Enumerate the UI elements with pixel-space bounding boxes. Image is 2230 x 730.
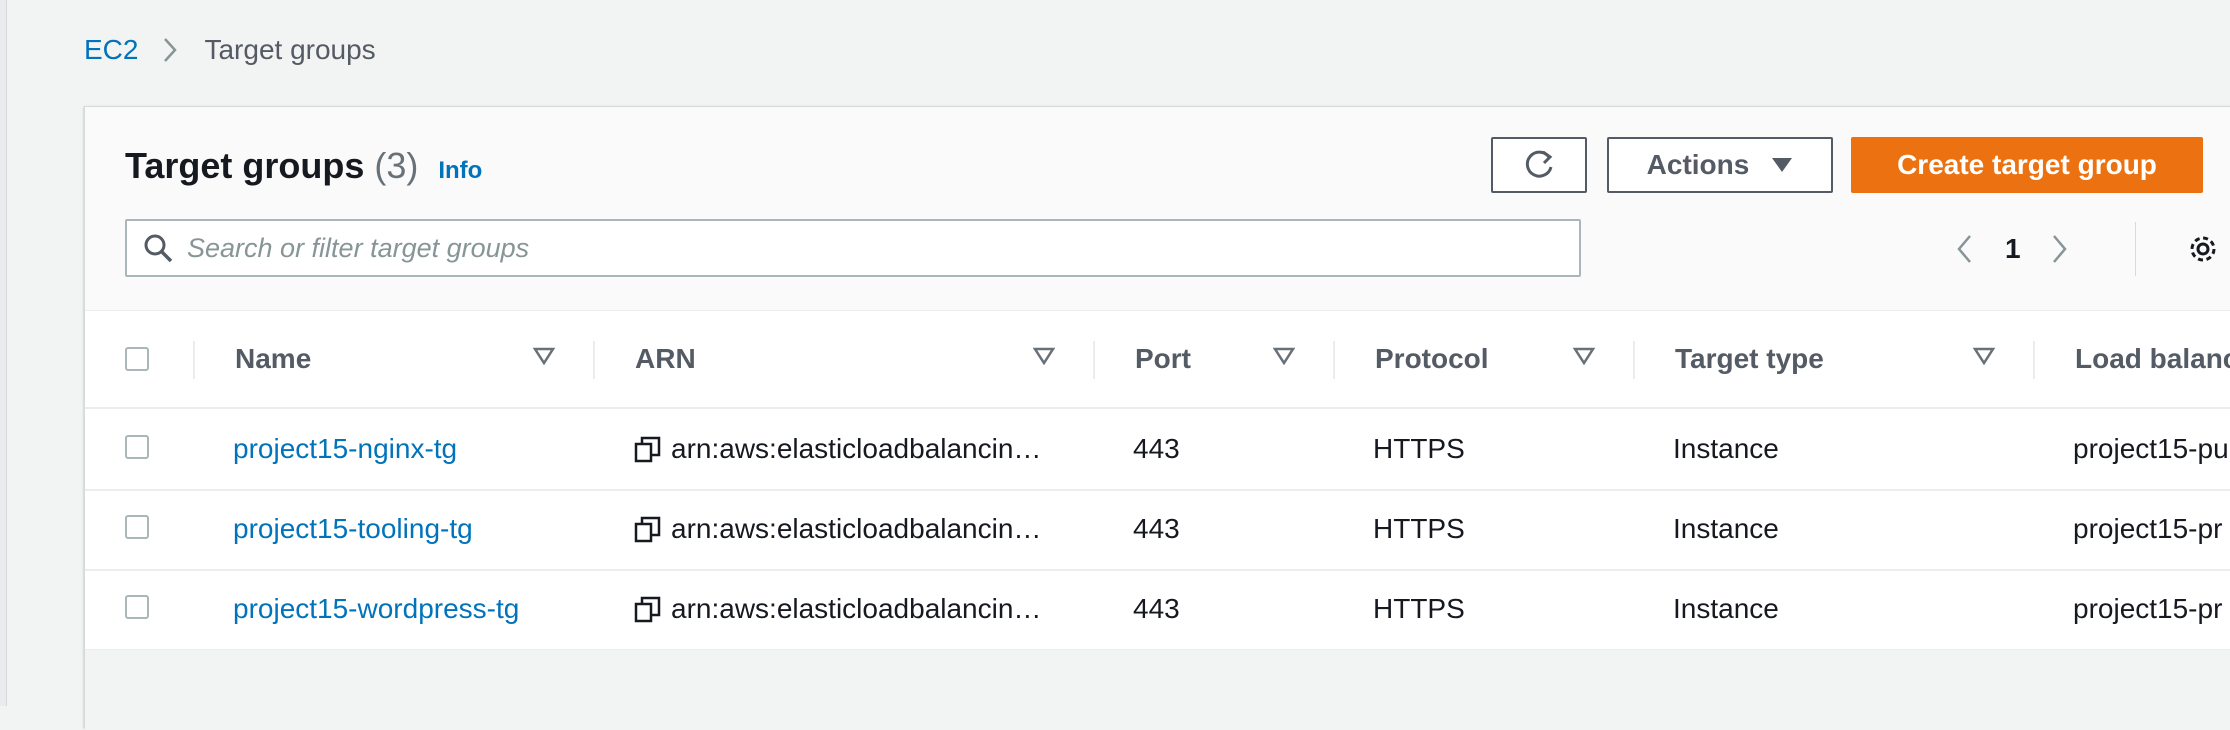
copy-icon[interactable] — [633, 594, 663, 624]
column-divider — [193, 341, 195, 379]
breadcrumb-current: Target groups — [204, 34, 376, 65]
row-checkbox[interactable] — [125, 435, 149, 459]
refresh-button[interactable] — [1491, 137, 1587, 193]
column-divider — [1633, 341, 1635, 379]
protocol-cell: HTTPS — [1373, 513, 1465, 544]
target-group-name-link[interactable]: project15-nginx-tg — [233, 409, 457, 489]
target-group-name-link[interactable]: project15-tooling-tg — [233, 489, 473, 569]
arn-text: arn:aws:elasticloadbalancin… — [671, 593, 1042, 624]
refresh-icon — [1522, 148, 1556, 182]
actions-dropdown[interactable]: Actions — [1607, 137, 1833, 193]
port-cell: 443 — [1133, 593, 1180, 624]
sort-triangle-icon[interactable] — [1573, 347, 1595, 365]
target-groups-panel: Target groups (3) Info Actions Create ta… — [84, 106, 2230, 730]
page-title: Target groups (3) Info — [125, 145, 482, 187]
table-header: Name ARN Port Protocol Target type Load … — [85, 311, 2230, 409]
panel-header: Target groups (3) Info Actions Create ta… — [85, 107, 2230, 311]
sort-triangle-icon[interactable] — [1973, 347, 1995, 365]
arn-text: arn:aws:elasticloadbalancin… — [671, 433, 1042, 464]
column-divider — [2033, 341, 2035, 379]
target-type-cell: Instance — [1673, 433, 1779, 464]
breadcrumb-ec2-link[interactable]: EC2 — [84, 34, 138, 66]
page-number[interactable]: 1 — [2005, 233, 2021, 265]
table-row: project15-wordpress-tg arn:aws:elasticlo… — [85, 569, 2230, 651]
create-target-group-button[interactable]: Create target group — [1851, 137, 2203, 193]
column-header-port[interactable]: Port — [1135, 311, 1191, 407]
chevron-right-icon — [162, 36, 178, 64]
panel-footer-area — [85, 649, 2230, 730]
column-header-name[interactable]: Name — [235, 311, 311, 407]
column-divider — [1093, 341, 1095, 379]
column-divider — [593, 341, 595, 379]
table-row: project15-tooling-tg arn:aws:elasticload… — [85, 489, 2230, 571]
load-balancer-cell: project15-pu — [2073, 433, 2229, 464]
chevron-left-icon[interactable] — [1955, 233, 1973, 265]
info-link[interactable]: Info — [438, 157, 482, 185]
protocol-cell: HTTPS — [1373, 593, 1465, 624]
load-balancer-cell: project15-pr — [2073, 513, 2223, 544]
search-box — [125, 219, 1581, 277]
copy-icon[interactable] — [633, 434, 663, 464]
sort-triangle-icon[interactable] — [533, 347, 555, 365]
sort-triangle-icon[interactable] — [1273, 347, 1295, 365]
port-cell: 443 — [1133, 433, 1180, 464]
arn-cell: arn:aws:elasticloadbalancin… — [633, 489, 1041, 569]
select-all-checkbox[interactable] — [125, 347, 149, 371]
console-left-edge — [0, 0, 7, 706]
search-input[interactable] — [185, 231, 1569, 265]
row-checkbox[interactable] — [125, 515, 149, 539]
target-type-cell: Instance — [1673, 513, 1779, 544]
column-header-target-type[interactable]: Target type — [1675, 311, 1824, 407]
arn-text: arn:aws:elasticloadbalancin… — [671, 513, 1042, 544]
chevron-right-icon[interactable] — [2051, 233, 2069, 265]
actions-label: Actions — [1646, 149, 1750, 180]
pagination: 1 — [1955, 227, 2069, 271]
title-count: (3) — [374, 145, 419, 186]
target-group-name-link[interactable]: project15-wordpress-tg — [233, 569, 519, 649]
target-type-cell: Instance — [1673, 593, 1779, 624]
arn-cell: arn:aws:elasticloadbalancin… — [633, 569, 1041, 649]
load-balancer-cell: project15-pr — [2073, 593, 2223, 624]
protocol-cell: HTTPS — [1373, 433, 1465, 464]
search-icon — [143, 233, 173, 263]
row-checkbox[interactable] — [125, 595, 149, 619]
gear-icon[interactable] — [2187, 233, 2219, 265]
column-header-arn[interactable]: ARN — [635, 311, 696, 407]
sort-triangle-icon[interactable] — [1033, 347, 1055, 365]
title-text: Target groups — [125, 145, 365, 186]
arn-cell: arn:aws:elasticloadbalancin… — [633, 409, 1041, 489]
column-header-load-balancer[interactable]: Load balanc — [2075, 311, 2230, 407]
copy-icon[interactable] — [633, 514, 663, 544]
table-row: project15-nginx-tg arn:aws:elasticloadba… — [85, 409, 2230, 491]
pager-divider — [2135, 222, 2136, 276]
caret-down-icon — [1771, 157, 1793, 173]
column-divider — [1333, 341, 1335, 379]
breadcrumb: EC2 Target groups — [84, 34, 376, 66]
column-header-protocol[interactable]: Protocol — [1375, 311, 1489, 407]
port-cell: 443 — [1133, 513, 1180, 544]
